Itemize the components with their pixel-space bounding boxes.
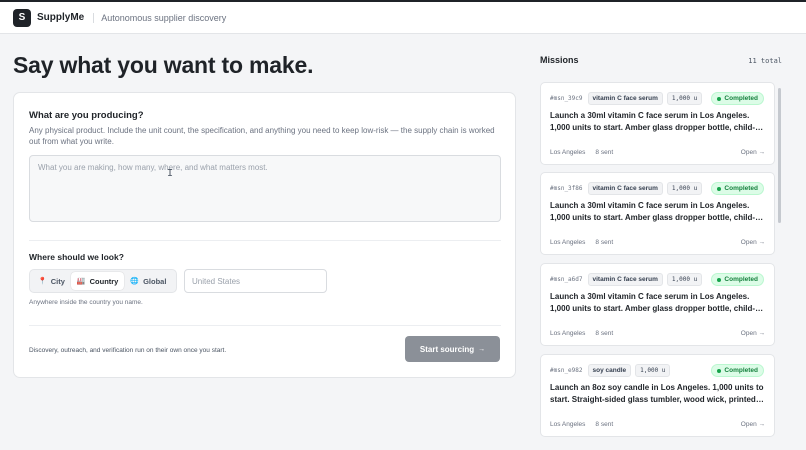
location-question-label: Where should we look? [29,252,124,262]
scope-option-label: Global [143,276,167,286]
mission-location: Los Angeles [550,239,586,246]
missions-count: 11 total [748,57,782,65]
page-title: Say what you want to make. [13,52,314,78]
start-sourcing-label: Start sourcing [419,344,475,354]
open-mission-link[interactable]: Open → [741,421,765,428]
arrow-right-icon: → [478,345,486,353]
mission-id: #msn_39c9 [550,95,583,102]
country-input[interactable] [184,269,327,293]
status-badge: Completed [711,273,764,286]
status-badge: Completed [711,182,764,195]
pin-icon: 📍 [38,278,47,285]
mission-product-tag: soy candle [587,364,632,377]
start-sourcing-button[interactable]: Start sourcing → [405,336,500,362]
status-label: Completed [724,276,758,283]
section-divider [29,325,501,326]
product-question-label: What are you producing? [29,110,144,121]
mission-card[interactable]: #msn_a6d7 vitamin C face serum 1,000 u C… [540,263,775,346]
missions-scrollbar[interactable] [778,88,781,223]
status-label: Completed [724,185,758,192]
status-dot-icon [717,186,722,191]
scope-option-global[interactable]: 🌐 Global [124,272,172,290]
app-name[interactable]: SupplyMe [37,12,84,23]
scope-option-city[interactable]: 📍 City [32,272,71,290]
mission-id: #msn_e982 [550,367,583,374]
product-question-help: Any physical product. Include the unit c… [29,126,495,146]
open-mission-link[interactable]: Open → [741,330,765,337]
mission-description: Launch a 30ml vitamin C face serum in Lo… [550,292,764,313]
product-description-input[interactable] [29,155,501,222]
mission-description: Launch an 8oz soy candle in Los Angeles.… [550,383,764,404]
factory-icon: 🏭 [76,278,86,285]
mission-sent-count: 8 sent [595,149,614,156]
status-badge: Completed [711,364,764,377]
app-tagline: Autonomous supplier discovery [93,12,226,23]
scope-option-label: City [50,276,65,286]
status-label: Completed [724,95,758,102]
mission-sent-count: 8 sent [595,239,614,246]
mission-card[interactable]: #msn_39c9 vitamin C face serum 1,000 u C… [540,82,775,165]
mission-description: Launch a 30ml vitamin C face serum in Lo… [550,201,764,222]
mission-quantity: 1,000 u [666,92,703,105]
new-mission-form: What are you producing? Any physical pro… [13,92,516,378]
app-header: S SupplyMe Autonomous supplier discovery [0,2,806,34]
mission-quantity: 1,000 u [666,182,703,195]
open-mission-link[interactable]: Open → [741,149,765,156]
status-badge: Completed [711,92,764,105]
mission-card[interactable]: #msn_3f86 vitamin C face serum 1,000 u C… [540,172,775,255]
scope-option-label: Country [89,276,119,286]
status-dot-icon [717,96,722,101]
mission-product-tag: vitamin C face serum [587,182,663,195]
status-label: Completed [724,367,758,374]
mission-description: Launch a 30ml vitamin C face serum in Lo… [550,111,764,132]
mission-id: #msn_3f86 [550,185,583,192]
scope-selector: 📍 City 🏭 Country 🌐 Global [29,269,177,293]
scope-option-country[interactable]: 🏭 Country [70,272,125,290]
location-help: Anywhere inside the country you name. [29,299,143,306]
mission-product-tag: vitamin C face serum [587,273,663,286]
mission-sent-count: 8 sent [595,330,614,337]
app-logo[interactable]: S [13,8,31,27]
automation-note: Discovery, outreach, and verification ru… [29,347,227,354]
status-dot-icon [717,368,722,373]
open-mission-link[interactable]: Open → [741,239,765,246]
status-dot-icon [717,277,722,282]
missions-heading: Missions [540,55,579,65]
globe-icon: 🌐 [130,278,140,285]
mission-location: Los Angeles [550,149,586,156]
mission-card[interactable]: #msn_e982 soy candle 1,000 u Completed L… [540,354,775,437]
mission-product-tag: vitamin C face serum [587,92,663,105]
mission-location: Los Angeles [550,421,586,428]
mission-sent-count: 8 sent [595,421,614,428]
section-divider [29,240,501,241]
mission-location: Los Angeles [550,330,586,337]
mission-quantity: 1,000 u [666,273,703,286]
mission-quantity: 1,000 u [635,364,671,377]
text-cursor-icon: I [167,168,174,179]
mission-id: #msn_a6d7 [550,276,583,283]
